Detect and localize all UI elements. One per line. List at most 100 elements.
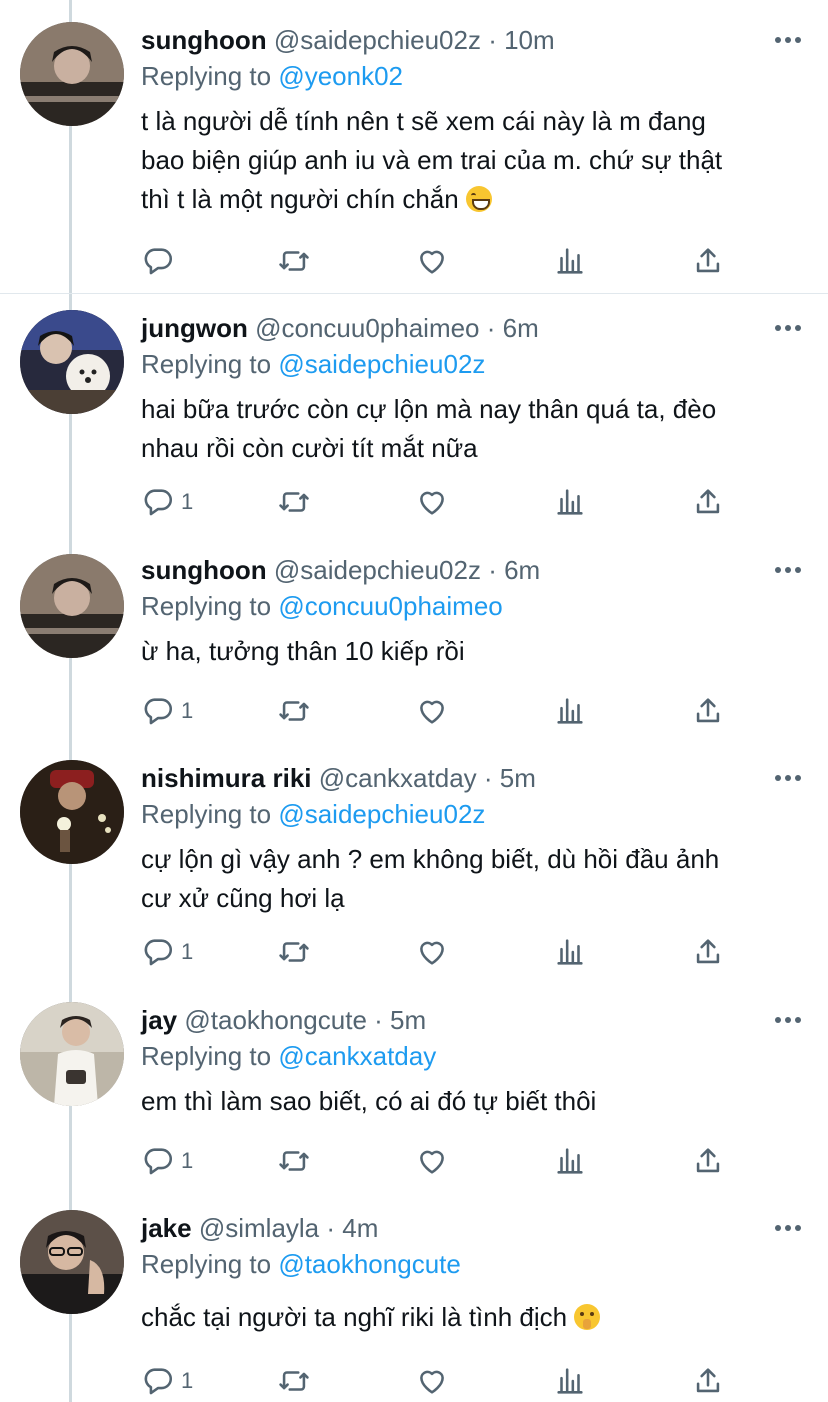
retweet-button[interactable]: [277, 482, 311, 522]
heart-icon: [420, 1150, 444, 1174]
timestamp[interactable]: 6m: [504, 555, 540, 585]
tweet[interactable]: jungwon @concuu0phaimeo · 6m Replying to…: [0, 294, 828, 534]
analytics-button[interactable]: [553, 482, 587, 522]
timestamp[interactable]: 6m: [503, 313, 539, 343]
handle[interactable]: @simlayla: [199, 1213, 319, 1243]
tweet-text: cự lộn gì vậy anh ? em không biết, dù hồ…: [141, 840, 719, 918]
display-name[interactable]: sunghoon: [141, 25, 267, 55]
retweet-button[interactable]: [277, 932, 311, 972]
tweet[interactable]: sunghoon @saidepchieu02z · 10m Replying …: [0, 0, 828, 293]
handle[interactable]: @cankxatday: [319, 763, 477, 793]
tweet[interactable]: jay @taokhongcute · 5m Replying to @cank…: [0, 976, 828, 1184]
share-icon: [696, 489, 720, 514]
handle[interactable]: @saidepchieu02z: [274, 25, 481, 55]
analytics-button[interactable]: [553, 1141, 587, 1181]
handle[interactable]: @saidepchieu02z: [274, 555, 481, 585]
reply-button[interactable]: 1: [141, 932, 193, 972]
share-button[interactable]: [691, 1361, 725, 1401]
display-name[interactable]: jay: [141, 1005, 177, 1035]
share-button[interactable]: [691, 482, 725, 522]
share-button[interactable]: [691, 1141, 725, 1181]
timestamp[interactable]: 5m: [390, 1005, 426, 1035]
like-button[interactable]: [415, 1141, 449, 1181]
share-button[interactable]: [691, 691, 725, 731]
tweet-text: t là người dễ tính nên t sẽ xem cái này …: [141, 102, 722, 219]
reply-button[interactable]: 1: [141, 1141, 193, 1181]
reply-mention-link[interactable]: @cankxatday: [278, 1041, 436, 1071]
reply-count: 1: [181, 1148, 194, 1173]
display-name[interactable]: sunghoon: [141, 555, 267, 585]
tweet[interactable]: nishimura riki @cankxatday · 5m Replying…: [0, 734, 828, 976]
display-name[interactable]: nishimura riki: [141, 763, 312, 793]
avatar[interactable]: [20, 760, 124, 864]
tweet-text: ừ ha, tưởng thân 10 kiếp rồi: [141, 632, 465, 671]
share-icon: [696, 248, 720, 273]
reply-icon: [144, 1368, 173, 1395]
reply-count: 1: [181, 1368, 194, 1393]
reply-button[interactable]: 1: [141, 691, 193, 731]
retweet-button[interactable]: [277, 691, 311, 731]
more-icon[interactable]: [768, 760, 808, 796]
tweet-text: em thì làm sao biết, có ai đó tự biết th…: [141, 1082, 596, 1121]
retweet-button[interactable]: [277, 1141, 311, 1181]
avatar[interactable]: [20, 1002, 124, 1106]
tweet-text-line: thì t là một người chín chắn: [141, 184, 459, 214]
display-name[interactable]: jake: [141, 1213, 192, 1243]
retweet-button[interactable]: [277, 1361, 311, 1401]
reply-mention-link[interactable]: @saidepchieu02z: [278, 799, 485, 829]
replying-to-label: Replying to: [141, 1041, 272, 1071]
like-button[interactable]: [415, 1361, 449, 1401]
share-icon: [696, 1148, 720, 1173]
display-name[interactable]: jungwon: [141, 313, 248, 343]
more-icon[interactable]: [768, 310, 808, 346]
analytics-icon: [557, 1368, 583, 1394]
tweet-text-line: ừ ha, tưởng thân 10 kiếp rồi: [141, 636, 465, 666]
timestamp[interactable]: 10m: [504, 25, 555, 55]
action-bar: [141, 241, 761, 281]
analytics-button[interactable]: [553, 932, 587, 972]
tweet[interactable]: jake @simlayla · 4m Replying to @taokhon…: [0, 1184, 828, 1402]
more-icon[interactable]: [768, 22, 808, 58]
reply-mention-link[interactable]: @taokhongcute: [278, 1249, 461, 1279]
analytics-icon: [557, 939, 583, 965]
retweet-button[interactable]: [277, 241, 311, 281]
more-icon[interactable]: [768, 552, 808, 588]
handle[interactable]: @concuu0phaimeo: [255, 313, 479, 343]
reply-button[interactable]: 1: [141, 1361, 193, 1401]
analytics-button[interactable]: [553, 691, 587, 731]
action-bar: 1: [141, 932, 761, 972]
like-button[interactable]: [415, 932, 449, 972]
more-icon[interactable]: [768, 1002, 808, 1038]
analytics-button[interactable]: [553, 241, 587, 281]
like-button[interactable]: [415, 482, 449, 522]
tweet-text: hai bữa trước còn cự lộn mà nay thân quá…: [141, 390, 716, 468]
reply-mention-link[interactable]: @concuu0phaimeo: [278, 591, 502, 621]
timestamp[interactable]: 5m: [500, 763, 536, 793]
share-button[interactable]: [691, 932, 725, 972]
action-bar: 1: [141, 1361, 761, 1401]
analytics-icon: [557, 248, 583, 274]
handle[interactable]: @taokhongcute: [184, 1005, 367, 1035]
replying-to-label: Replying to: [141, 349, 272, 379]
avatar[interactable]: [20, 554, 124, 658]
avatar[interactable]: [20, 310, 124, 414]
tweet[interactable]: sunghoon @saidepchieu02z · 6m Replying t…: [0, 534, 828, 734]
reply-mention-link[interactable]: @saidepchieu02z: [278, 349, 485, 379]
reply-button[interactable]: 1: [141, 482, 193, 522]
timestamp[interactable]: 4m: [342, 1213, 378, 1243]
avatar[interactable]: [20, 22, 124, 126]
share-button[interactable]: [691, 241, 725, 281]
retweet-icon: [279, 1371, 309, 1391]
reply-button[interactable]: [141, 241, 181, 281]
tweet-text-line: cư xử cũng hơi lạ: [141, 883, 345, 913]
like-button[interactable]: [415, 241, 449, 281]
heart-icon: [420, 700, 444, 724]
tweet-text: chắc tại người ta nghĩ riki là tình địch: [141, 1298, 601, 1337]
like-button[interactable]: [415, 691, 449, 731]
reply-icon: [144, 698, 173, 725]
tweet-text-line: em thì làm sao biết, có ai đó tự biết th…: [141, 1086, 597, 1116]
reply-mention-link[interactable]: @yeonk02: [278, 61, 403, 91]
avatar[interactable]: [20, 1210, 124, 1314]
analytics-button[interactable]: [553, 1361, 587, 1401]
more-icon[interactable]: [768, 1210, 808, 1246]
